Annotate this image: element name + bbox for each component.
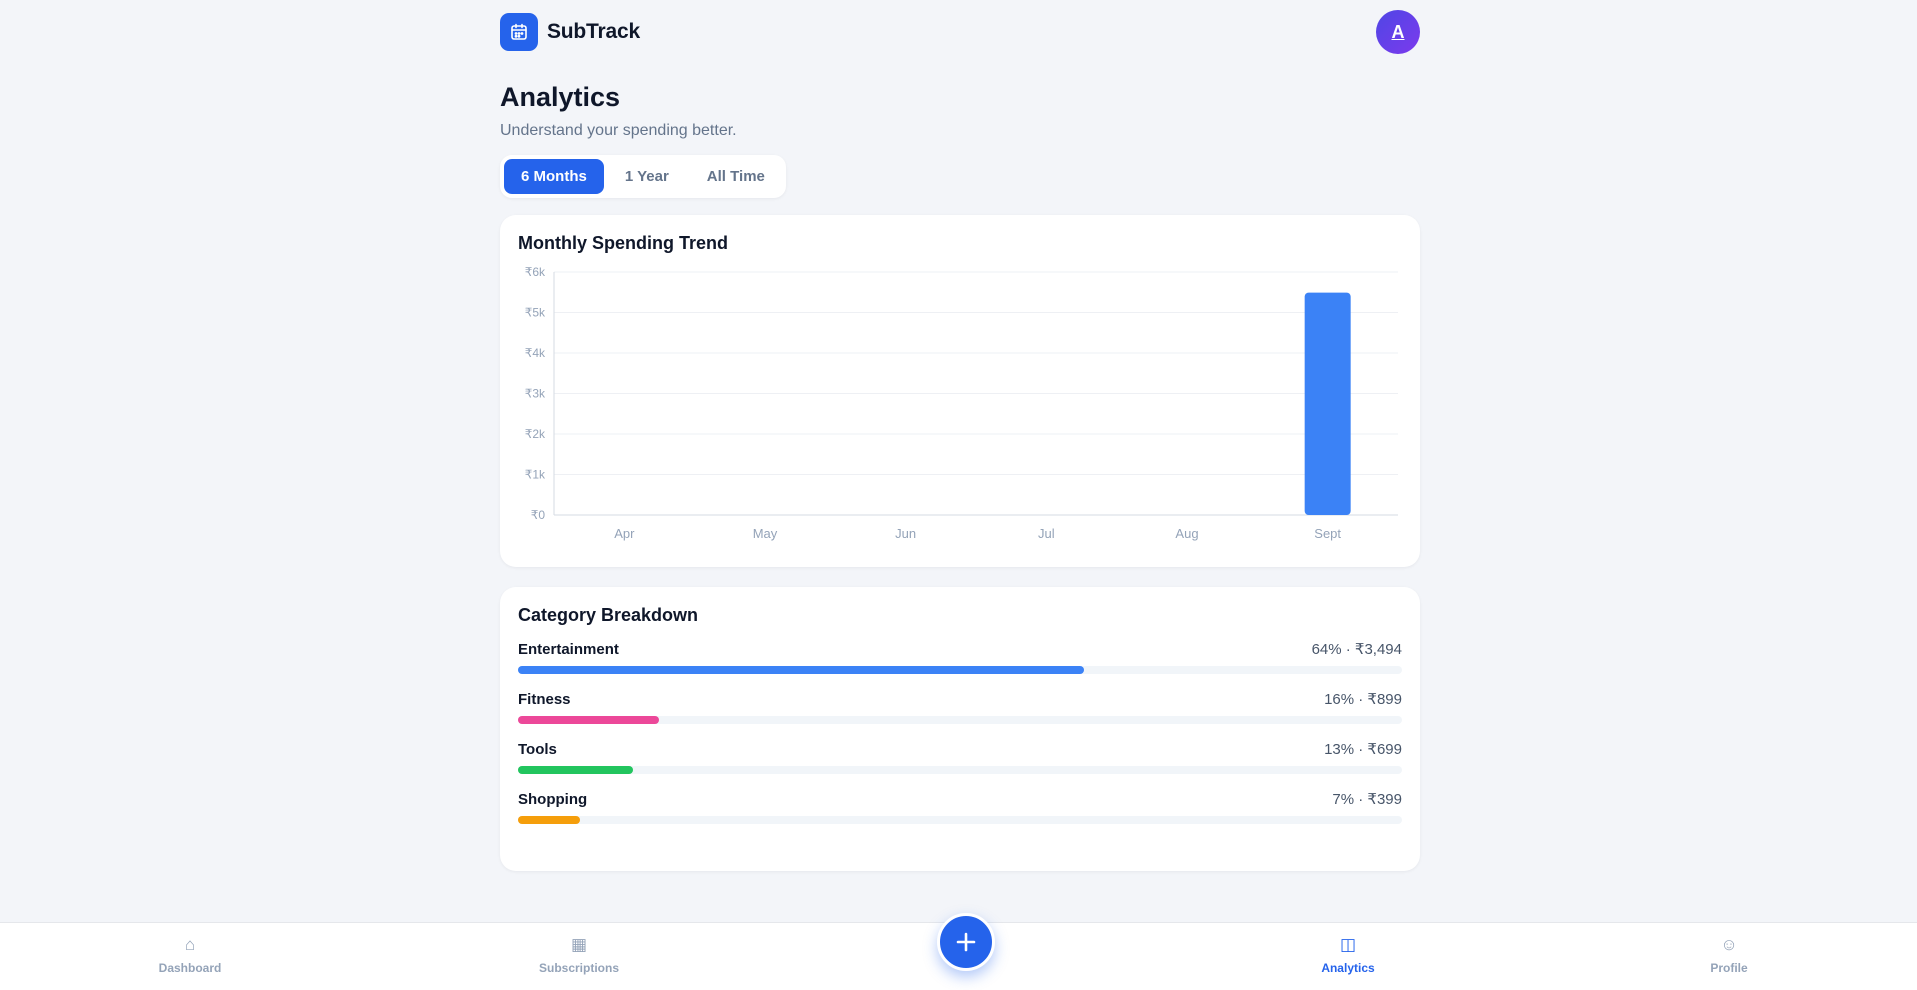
nav-subscriptions[interactable]: ▦ Subscriptions [499, 935, 659, 975]
nav-profile[interactable]: ☺ Profile [1649, 935, 1809, 975]
trend-title: Monthly Spending Trend [518, 233, 728, 253]
category-bar [518, 716, 660, 724]
y-tick-label: ₹2k [525, 427, 546, 441]
x-tick-label: Jun [895, 526, 916, 541]
app-name: SubTrack [547, 20, 640, 43]
nav-label: Profile [1710, 961, 1748, 975]
main-container: SubTrack A Analytics Understand your spe… [500, 0, 1420, 871]
breakdown-title: Category Breakdown [518, 605, 699, 625]
x-tick-label: Sept [1314, 526, 1341, 541]
category-list: Entertainment 64% · ₹3,494 Fitness 16% ·… [518, 640, 1402, 824]
category-track [518, 766, 1402, 774]
category-bar [518, 666, 1084, 674]
app-header: SubTrack A [500, 0, 1420, 64]
nav-label: Subscriptions [538, 961, 619, 975]
category-bar [518, 766, 633, 774]
spending-trend-card: Monthly Spending Trend ₹0 ₹1k ₹2k ₹3k ₹4k ₹5k… [500, 215, 1420, 567]
nav-label: Analytics [1321, 961, 1375, 975]
category-track [518, 716, 1402, 724]
category-value: 64% · ₹3,494 [1311, 641, 1402, 658]
category-name: Fitness [518, 691, 571, 708]
y-tick-label: ₹3k [525, 387, 546, 401]
spending-bar-chart: ₹0 ₹1k ₹2k ₹3k ₹4k ₹5k ₹6k Apr May Jun Jul Aug Sept [525, 266, 1398, 541]
y-tick-label: ₹5k [525, 306, 546, 320]
plus-icon [956, 932, 976, 952]
add-subscription-button[interactable] [937, 913, 995, 971]
page-title: Analytics [500, 82, 621, 112]
x-tick-label: May [753, 526, 778, 541]
category-row-fitness: Fitness 16% · ₹899 [518, 690, 1402, 724]
nav-dashboard[interactable]: ⌂ Dashboard [110, 935, 270, 975]
category-row-tools: Tools 13% · ₹699 [518, 740, 1402, 774]
page-subtitle: Understand your spending better. [500, 122, 737, 139]
tab-all-time[interactable]: All Time [690, 159, 782, 194]
tab-1-year[interactable]: 1 Year [608, 159, 686, 194]
category-row-shopping: Shopping 7% · ₹399 [518, 790, 1402, 824]
category-value: 7% · ₹399 [1332, 791, 1402, 808]
nav-analytics[interactable]: ◫ Analytics [1268, 935, 1428, 975]
x-tick-label: Apr [614, 526, 635, 541]
x-tick-label: Jul [1038, 526, 1055, 541]
y-tick-label: ₹4k [525, 346, 546, 360]
category-value: 16% · ₹899 [1324, 691, 1402, 708]
category-name: Entertainment [518, 641, 619, 658]
x-tick-label: Aug [1175, 526, 1198, 541]
category-breakdown-card: Category Breakdown Entertainment 64% · ₹… [500, 587, 1420, 871]
category-value: 13% · ₹699 [1324, 741, 1402, 758]
tab-6-months[interactable]: 6 Months [504, 159, 604, 194]
avatar[interactable]: A [1376, 10, 1420, 54]
smile-icon: ☺ [1720, 935, 1738, 954]
y-tick-label: ₹6k [525, 266, 546, 279]
range-tabs: 6 Months 1 Year All Time [500, 155, 786, 198]
category-track [518, 666, 1402, 674]
nav-label: Dashboard [158, 961, 222, 975]
chart-bar [1304, 292, 1351, 515]
columns-icon: ◫ [1339, 935, 1357, 954]
category-track [518, 816, 1402, 824]
y-tick-label: ₹0 [531, 508, 546, 522]
calendar-icon [500, 13, 538, 51]
category-bar [518, 816, 580, 824]
brand[interactable]: SubTrack [500, 13, 640, 51]
y-tick-label: ₹1k [525, 468, 546, 482]
category-name: Tools [518, 741, 557, 758]
home-icon: ⌂ [184, 935, 196, 954]
grid-icon: ▦ [570, 935, 588, 954]
category-row-entertainment: Entertainment 64% · ₹3,494 [518, 640, 1402, 674]
category-name: Shopping [518, 791, 588, 808]
